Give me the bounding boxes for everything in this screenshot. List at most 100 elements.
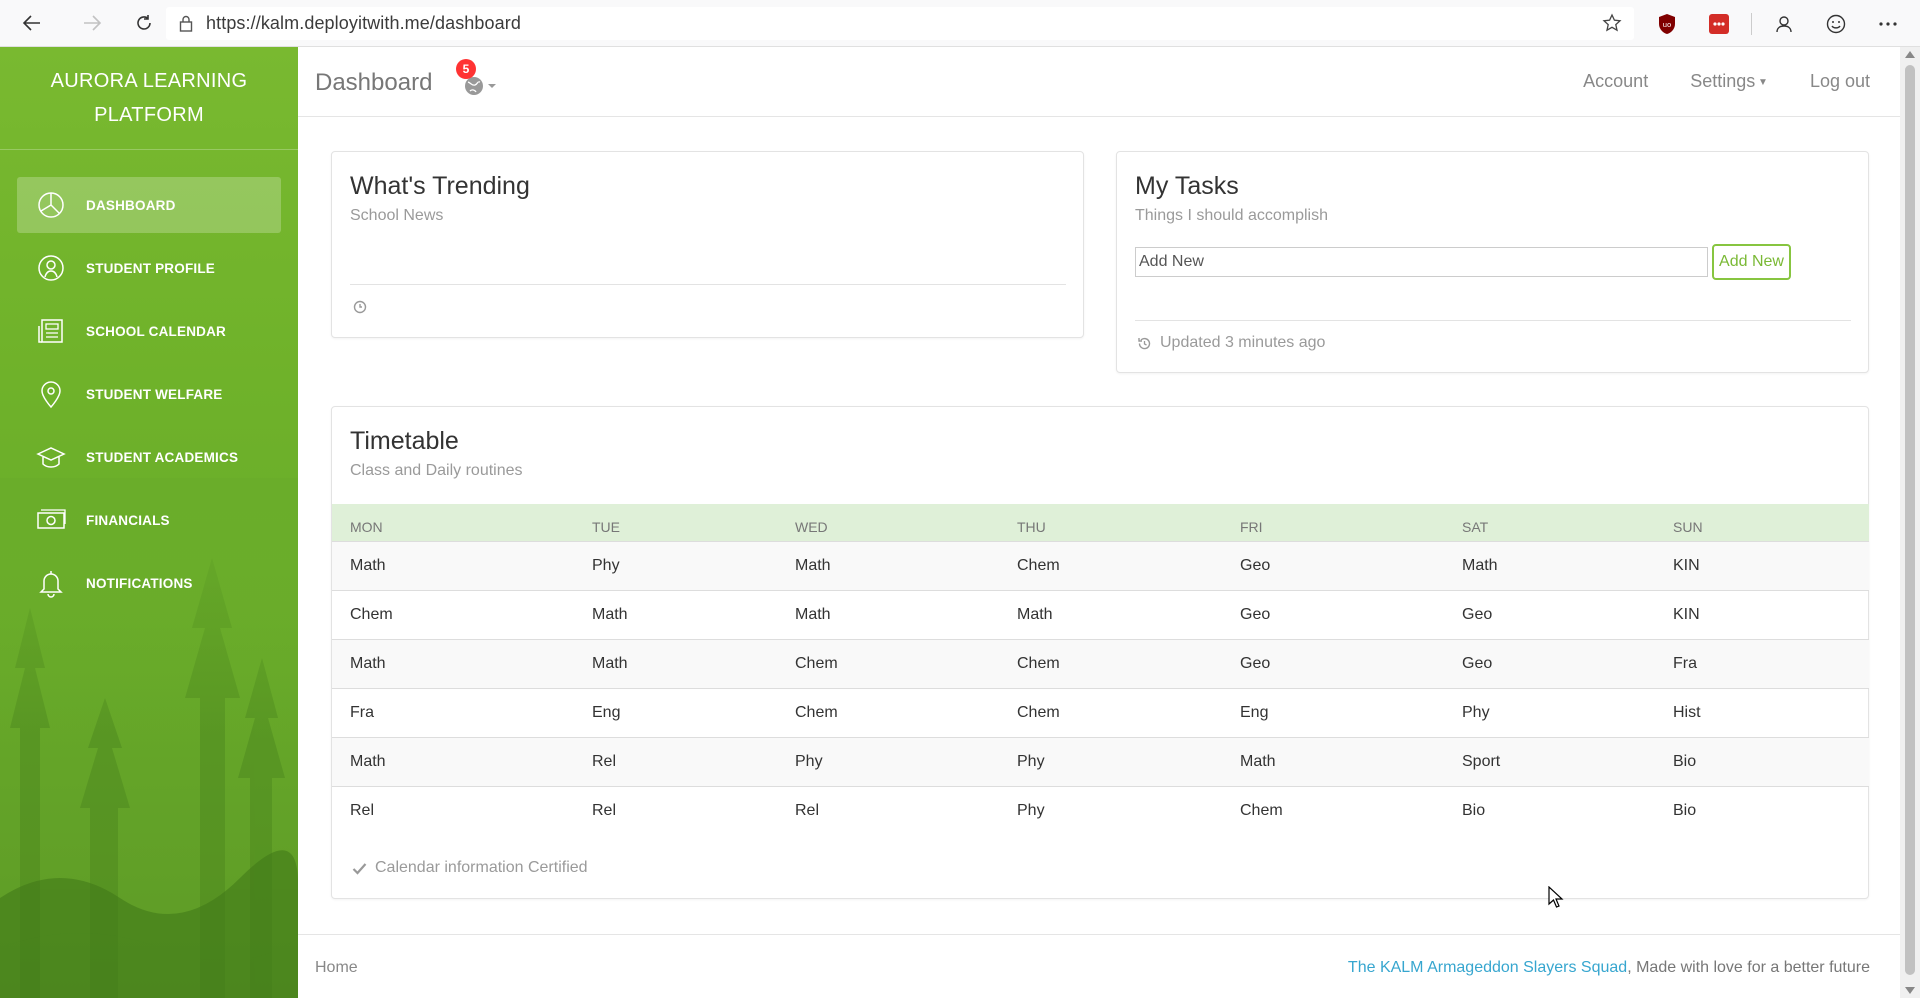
address-bar[interactable]: https://kalm.deployitwith.me/dashboard [166,7,1634,40]
settings-dropdown[interactable]: Settings ▼ [1690,71,1768,92]
footer-home-link[interactable]: Home [315,959,358,977]
feedback-smiley-icon[interactable] [1810,4,1862,44]
table-cell: Math [1222,736,1444,786]
trending-subtitle: School News [350,207,444,224]
tasks-card: My Tasks Things I should accomplish Add … [1116,151,1869,373]
arrow-right-icon [84,15,102,31]
pie-chart-icon [34,188,68,222]
lastpass-icon[interactable] [1693,4,1745,44]
sidebar-item-student-welfare[interactable]: STUDENT WELFARE [17,366,281,422]
clock-icon [353,300,367,319]
history-icon [1138,337,1151,349]
reload-button[interactable] [124,3,164,43]
sidebar-item-label: STUDENT WELFARE [86,386,223,402]
table-row: Math Rel Phy Phy Math Sport Bio [332,736,1869,786]
table-cell: Chem [332,589,574,639]
news-icon [34,314,68,348]
arrow-left-icon [22,15,40,31]
table-cell: Fra [1655,638,1869,688]
table-cell: Geo [1222,540,1444,590]
map-pin-icon [34,377,68,411]
table-cell: Geo [1222,589,1444,639]
table-cell: KIN [1655,540,1869,590]
money-icon [34,503,68,537]
card-divider [1135,320,1851,321]
timetable-certified: Calendar information Certified [352,859,588,877]
table-cell: Math [332,638,574,688]
table-cell: Rel [332,785,574,835]
new-task-input[interactable] [1135,247,1708,277]
sidebar-item-label: STUDENT PROFILE [86,260,216,276]
table-cell: Math [777,589,999,639]
table-row: Math Math Chem Chem Geo Geo Fra [332,638,1869,688]
back-button[interactable] [12,3,52,43]
table-cell: Chem [777,687,999,737]
scroll-down-arrow-icon[interactable] [1905,987,1915,994]
column-header: THU [999,504,1222,541]
sidebar-item-financials[interactable]: FINANCIALS [17,492,281,548]
sidebar-item-student-profile[interactable]: STUDENT PROFILE [17,240,281,296]
sidebar-item-notifications[interactable]: NOTIFICATIONS [17,555,281,611]
timetable-subtitle: Class and Daily routines [350,462,523,479]
tasks-subtitle: Things I should accomplish [1135,207,1328,224]
graduation-cap-icon [34,440,68,474]
sidebar-item-label: SCHOOL CALENDAR [86,323,227,339]
tasks-updated: Updated 3 minutes ago [1137,334,1325,352]
ublock-icon[interactable]: uo [1641,4,1693,44]
footer-tagline: , Made with love for a better future [1627,959,1870,976]
table-cell: Chem [777,638,999,688]
notification-count-badge: 5 [456,59,476,79]
scrollbar-thumb[interactable] [1905,65,1915,975]
table-cell: Chem [999,687,1222,737]
timetable-table: MON TUE WED THU FRI SAT SUN Math Phy Mat… [332,504,1869,835]
column-header: SUN [1655,504,1869,541]
forward-button[interactable] [72,3,112,43]
url-text: https://kalm.deployitwith.me/dashboard [206,13,521,33]
table-cell: Rel [574,785,777,835]
table-cell: Math [1444,540,1655,590]
table-row: Rel Rel Rel Phy Chem Bio Bio [332,785,1869,835]
table-cell: Hist [1655,687,1869,737]
profile-icon[interactable] [1758,4,1810,44]
column-header: SAT [1444,504,1655,541]
more-menu-icon[interactable] [1862,4,1914,44]
table-cell: Chem [1222,785,1444,835]
extension-toolbar: uo [1641,0,1920,47]
column-header: MON [332,504,574,541]
table-header-row: MON TUE WED THU FRI SAT SUN [332,504,1869,541]
table-row: Fra Eng Chem Chem Eng Phy Hist [332,687,1869,737]
table-cell: Eng [574,687,777,737]
add-task-button[interactable]: Add New [1712,244,1791,280]
top-navbar: Dashboard 5 Account Settings ▼ Log out [298,47,1900,117]
sidebar-item-dashboard[interactable]: DASHBOARD [17,177,281,233]
account-link[interactable]: Account [1583,71,1648,92]
svg-text:uo: uo [1663,21,1672,29]
scroll-up-arrow-icon[interactable] [1905,51,1915,58]
sidebar: AURORA LEARNING PLATFORM DASHBOARD STUDE… [0,47,298,998]
sidebar-item-label: NOTIFICATIONS [86,575,193,591]
table-cell: Math [777,540,999,590]
table-cell: Fra [332,687,574,737]
logout-link[interactable]: Log out [1810,71,1870,92]
table-cell: Phy [999,736,1222,786]
sidebar-item-school-calendar[interactable]: SCHOOL CALENDAR [17,303,281,359]
trending-card: What's Trending School News [331,151,1084,338]
table-cell: Phy [777,736,999,786]
table-cell: Math [332,540,574,590]
sidebar-item-student-academics[interactable]: STUDENT ACADEMICS [17,429,281,485]
table-cell: Geo [1444,589,1655,639]
brand-title[interactable]: AURORA LEARNING PLATFORM [0,47,298,150]
reload-icon [137,15,151,30]
footer-credits: The KALM Armageddon Slayers Squad, Made … [1348,959,1870,977]
team-link[interactable]: The KALM Armageddon Slayers Squad [1348,959,1627,976]
star-icon[interactable] [1602,13,1622,38]
sidebar-item-label: FINANCIALS [86,512,170,528]
table-row: Math Phy Math Chem Geo Math KIN [332,540,1869,590]
table-cell: Chem [999,540,1222,590]
table-cell: Sport [1444,736,1655,786]
card-divider [350,284,1066,285]
table-cell: Bio [1655,736,1869,786]
page-scrollbar[interactable] [1900,47,1920,998]
sidebar-menu: DASHBOARD STUDENT PROFILE SCHOOL CALENDA… [0,177,298,611]
table-cell: Math [574,589,777,639]
